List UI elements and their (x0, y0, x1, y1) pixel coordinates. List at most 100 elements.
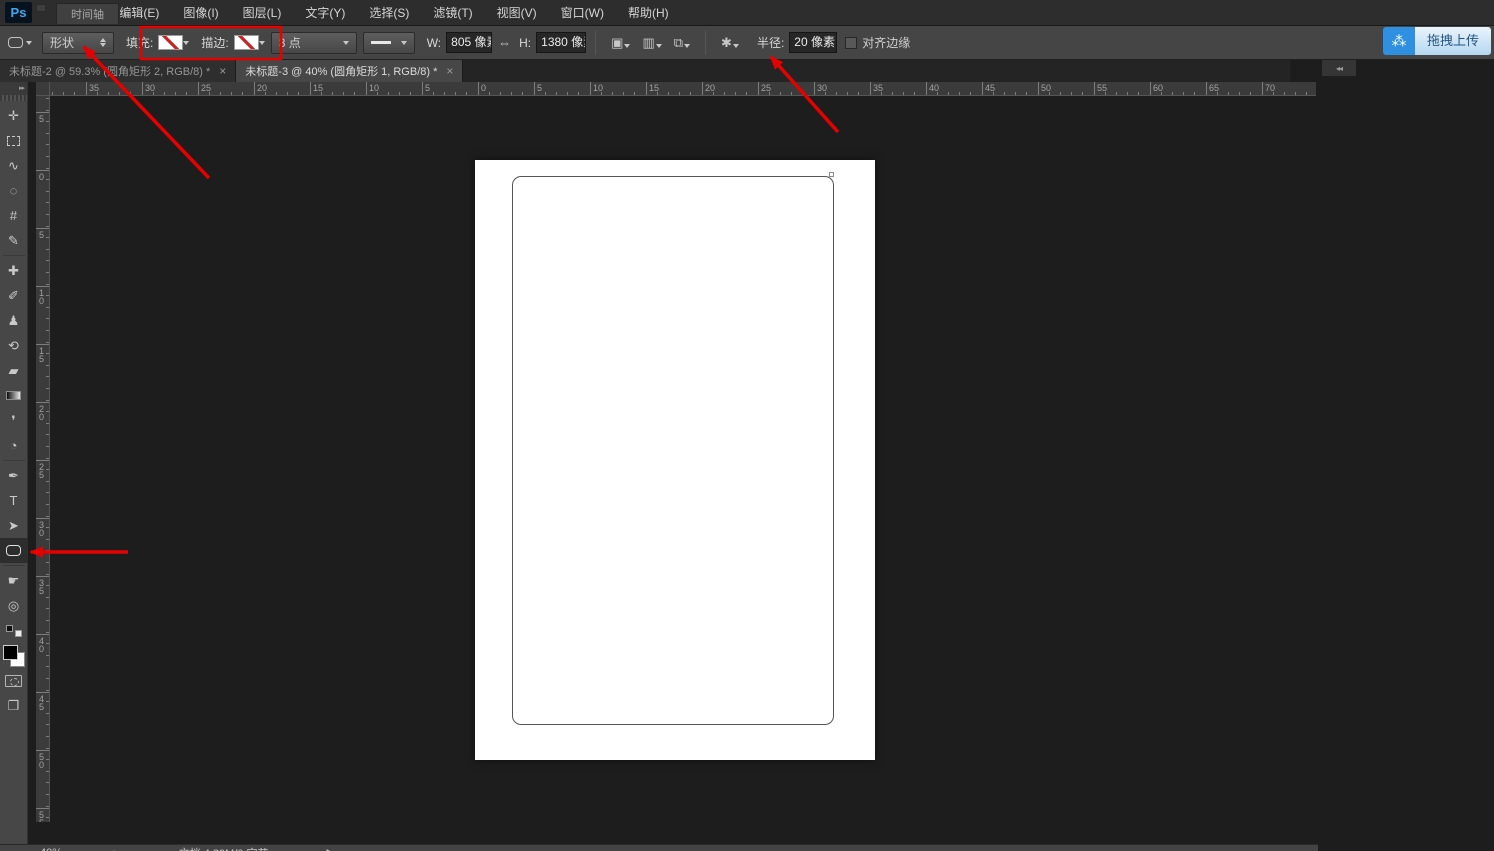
quick-mask-button[interactable] (1, 668, 27, 693)
ruler-tick (46, 330, 49, 331)
zoom-tool[interactable]: ◎ (1, 593, 27, 618)
ruler-tick (814, 82, 815, 95)
tool-preset-picker[interactable] (8, 37, 32, 48)
ruler-tick (46, 98, 49, 99)
ruler-tick (735, 92, 737, 95)
ruler-tick (354, 92, 356, 95)
ruler-tick (1127, 92, 1129, 95)
tab-close-icon[interactable]: × (219, 64, 226, 78)
radius-field[interactable]: 20 像素 (789, 32, 838, 53)
ruler-tick (46, 550, 49, 552)
status-options-arrow-icon[interactable]: ▶ (327, 847, 334, 851)
ruler-label: 15 (39, 346, 45, 364)
path-alignment-button[interactable]: ▥ (642, 35, 662, 51)
ruler-tick (36, 228, 49, 229)
ruler-tick (198, 82, 199, 95)
tab-untitled-2[interactable]: 未标题-2 @ 59.3% (圆角矩形 2, RGB/8) * × (0, 60, 237, 82)
clone-stamp-tool[interactable]: ♟ (1, 308, 27, 333)
shape-width-field[interactable]: 805 像素 (446, 32, 493, 53)
hand-tool[interactable]: ☛ (1, 568, 27, 593)
menu-help[interactable]: 帮助(H) (616, 0, 681, 26)
quick-selection-tool[interactable]: ◌ (1, 178, 27, 203)
tab-title: 未标题-3 @ 40% (圆角矩形 1, RGB/8) * (245, 66, 438, 78)
ruler-tick (46, 562, 49, 563)
ruler-tick (1015, 92, 1017, 95)
toolbar-collapse-icon[interactable]: ▸▸ (0, 82, 27, 95)
path-arrangement-button[interactable]: ⧉ (674, 35, 691, 51)
pen-tool[interactable]: ✒ (1, 463, 27, 488)
menu-view[interactable]: 视图(V) (485, 0, 549, 26)
stroke-width-select[interactable]: 3 点 (270, 31, 357, 54)
document-profile-icon[interactable]: ◔ (110, 847, 117, 851)
tab-untitled-3[interactable]: 未标题-3 @ 40% (圆角矩形 1, RGB/8) * × (236, 60, 464, 82)
chevron-down-icon[interactable] (183, 41, 190, 48)
ruler-tick (36, 518, 49, 519)
menu-select[interactable]: 选择(S) (357, 0, 421, 26)
align-edges-checkbox[interactable] (845, 36, 858, 49)
crop-tool[interactable]: # (1, 203, 27, 228)
ruler-label: 15 (649, 83, 660, 93)
ruler-tick (544, 92, 546, 95)
ruler-tick (332, 92, 333, 95)
dodge-tool[interactable]: ◔ (1, 433, 27, 458)
chevron-down-icon (26, 41, 32, 48)
zoom-level-field[interactable]: 40% (40, 847, 62, 851)
ruler-label: 50 (39, 752, 45, 770)
type-tool[interactable]: T (1, 488, 27, 513)
ruler-tick (343, 92, 345, 95)
menu-filter[interactable]: 滤镜(T) (421, 0, 484, 26)
ruler-tick (220, 92, 221, 95)
ruler-label: 30 (39, 520, 45, 538)
history-brush-tool[interactable]: ⟲ (1, 333, 27, 358)
foreground-background-colors[interactable] (1, 643, 27, 668)
ruler-tick (388, 92, 389, 95)
separator (595, 30, 597, 55)
solid-line-icon (370, 41, 391, 44)
menu-image[interactable]: 图像(I) (171, 0, 230, 26)
shape-anchor-point (829, 172, 834, 177)
blur-tool[interactable]: ❜ (1, 408, 27, 433)
link-dimensions-icon[interactable]: ⇔ (498, 35, 511, 50)
path-operations-button[interactable]: ▣ (611, 35, 631, 51)
ruler-tick (959, 92, 961, 95)
shape-mode-select[interactable]: 形状 (42, 31, 114, 54)
ruler-tick (511, 92, 513, 95)
gear-icon[interactable]: ✱ (721, 35, 739, 51)
toolbar-separator (2, 460, 25, 461)
eraser-tool[interactable]: ▰ (1, 358, 27, 383)
ruler-tick (242, 92, 244, 95)
menu-type[interactable]: 文字(Y) (293, 0, 357, 26)
rounded-rectangle-icon (8, 37, 23, 48)
eyedropper-tool[interactable]: ✎ (1, 228, 27, 253)
stroke-style-select[interactable] (362, 31, 415, 54)
screen-mode-button[interactable]: ❐ (1, 693, 27, 718)
gradient-tool[interactable] (1, 383, 27, 408)
rounded-rectangle-tool[interactable] (0, 538, 28, 563)
brush-tool[interactable]: ✐ (1, 283, 27, 308)
ruler-tick (46, 376, 49, 378)
shape-height-field[interactable]: 1380 像素 (536, 32, 587, 53)
rounded-rectangle-shape[interactable] (512, 176, 834, 725)
rectangular-marquee-tool[interactable] (1, 128, 27, 153)
swap-colors-icon[interactable] (1, 618, 27, 643)
fill-swatch-no-color[interactable] (158, 35, 184, 50)
move-tool[interactable]: ✛ (1, 103, 27, 128)
ruler-tick (903, 92, 905, 95)
menu-layer[interactable]: 图层(L) (231, 0, 294, 26)
tab-close-icon[interactable]: × (446, 64, 453, 78)
collapse-panels-icon[interactable]: ◂◂ (1322, 60, 1356, 76)
ruler-tick (46, 689, 49, 691)
stroke-swatch-no-color[interactable] (233, 35, 259, 50)
ruler-tick (623, 92, 625, 95)
lasso-tool[interactable]: ∿ (1, 153, 27, 178)
foreground-color-swatch[interactable] (2, 644, 18, 660)
path-selection-tool[interactable]: ➤ (1, 513, 27, 538)
ruler-tick (46, 724, 49, 726)
chevron-down-icon[interactable] (258, 41, 265, 48)
drag-upload-button[interactable]: ⁂ 拖拽上传 (1382, 27, 1491, 55)
menu-window[interactable]: 窗口(W) (549, 0, 616, 26)
ruler-tick (46, 214, 49, 215)
ruler-label: 50 (1041, 83, 1052, 93)
height-label: H: (519, 35, 532, 50)
spot-healing-brush-tool[interactable]: ✚ (1, 258, 27, 283)
